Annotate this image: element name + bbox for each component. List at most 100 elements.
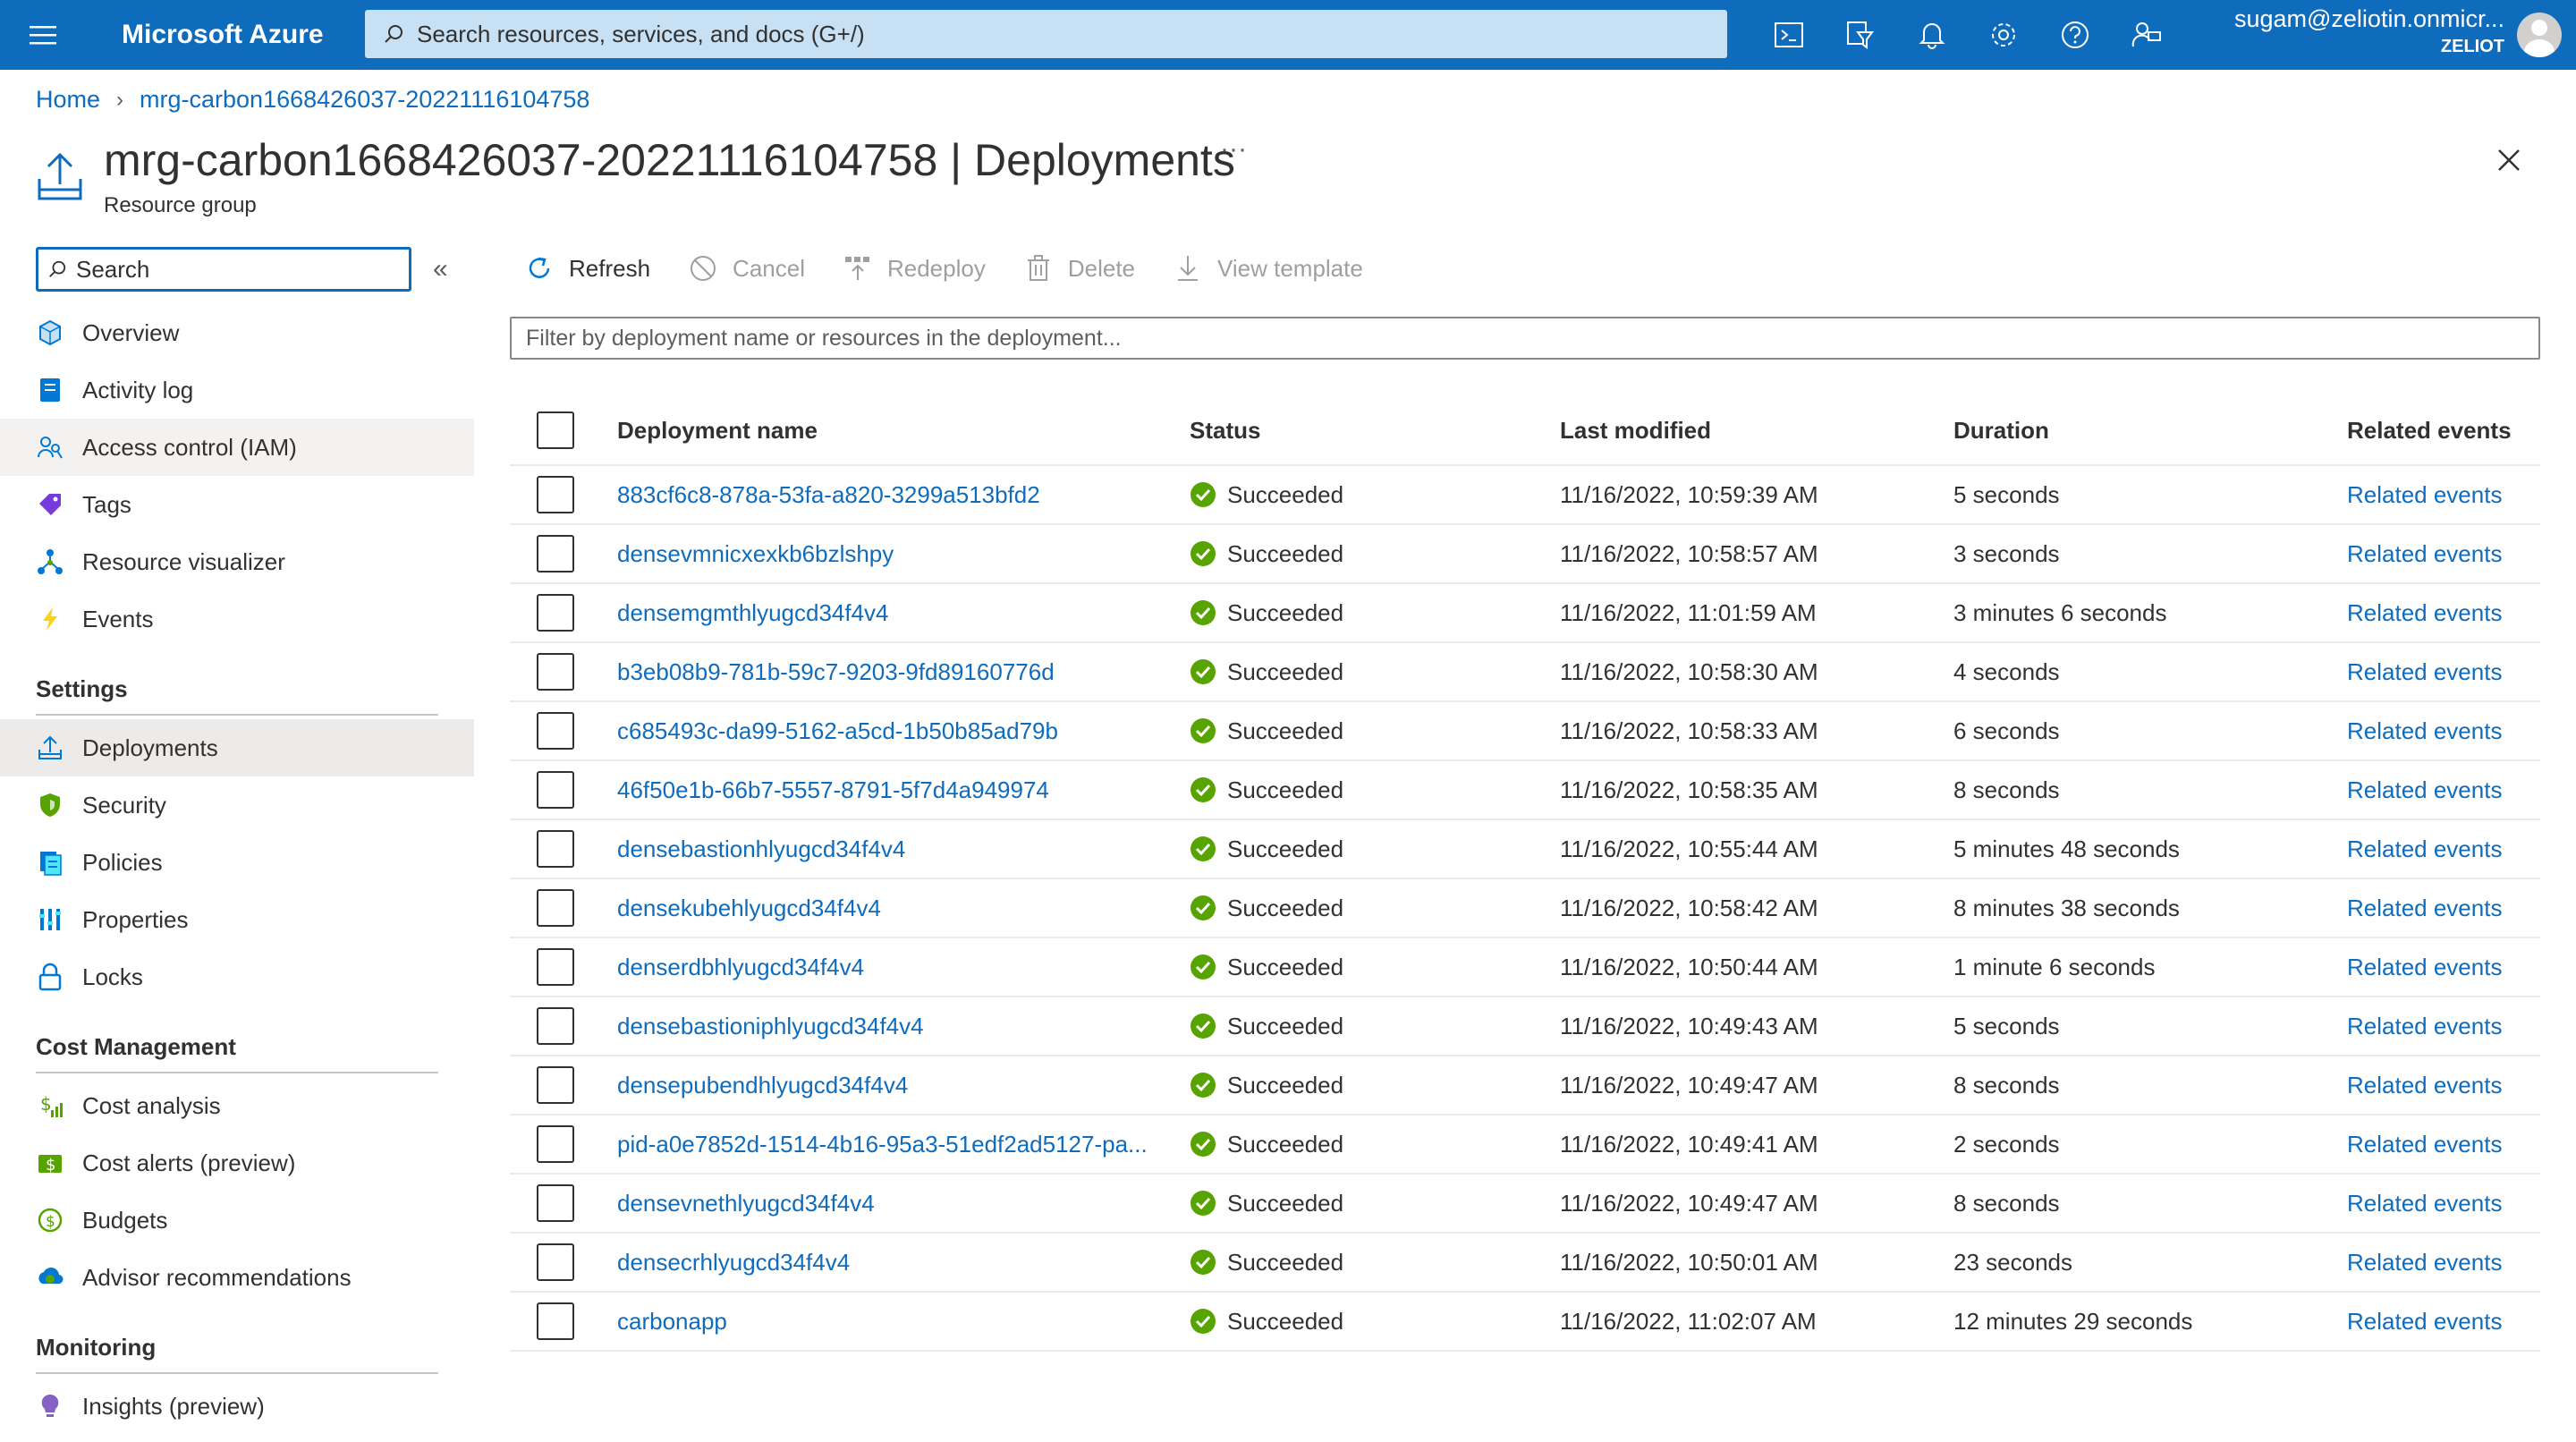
deployment-name-link[interactable]: densebastionhlyugcd34f4v4 [617,836,905,862]
collapse-nav-button[interactable]: « [433,254,448,284]
notifications-button[interactable] [1896,0,1968,70]
table-row[interactable]: 46f50e1b-66b7-5557-8791-5f7d4a949974 Succ… [510,761,2540,820]
directory-filter-button[interactable] [1825,0,1896,70]
deployment-name-link[interactable]: densekubehlyugcd34f4v4 [617,895,881,921]
nav-item-policies[interactable]: Policies [0,834,474,891]
related-events-link[interactable]: Related events [2347,1072,2502,1098]
settings-button[interactable] [1968,0,2039,70]
deployment-name-link[interactable]: densepubendhlyugcd34f4v4 [617,1072,908,1098]
nav-item-cost-analysis[interactable]: $ Cost analysis [0,1077,474,1134]
avatar[interactable] [2517,13,2562,57]
nav-item-security[interactable]: Security [0,776,474,834]
cancel-button[interactable]: Cancel [688,253,805,284]
table-row[interactable]: 883cf6c8-878a-53fa-a820-3299a513bfd2 Succ… [510,466,2540,525]
nav-item-cost-alerts[interactable]: $ Cost alerts (preview) [0,1134,474,1192]
related-events-link[interactable]: Related events [2347,717,2502,744]
more-options-button[interactable]: ··· [1220,134,1247,165]
nav-search-input[interactable]: Search [36,247,411,292]
table-row[interactable]: densevnethlyugcd34f4v4 Succeeded 11/16/202… [510,1175,2540,1234]
close-icon[interactable] [2494,145,2524,175]
deployment-name-link[interactable]: densebastioniphlyugcd34f4v4 [617,1013,924,1039]
table-row[interactable]: densebastionhlyugcd34f4v4 Succeeded 11/16/… [510,820,2540,879]
row-checkbox[interactable] [537,830,574,868]
feedback-button[interactable] [2111,0,2182,70]
deployment-name-link[interactable]: pid-a0e7852d-1514-4b16-95a3-51edf2ad5127… [617,1131,1148,1158]
column-header-last-modified[interactable]: Last modified [1560,417,1953,445]
row-checkbox[interactable] [537,1243,574,1281]
deployment-name-link[interactable]: carbonapp [617,1308,727,1335]
table-row[interactable]: densekubehlyugcd34f4v4 Succeeded 11/16/202… [510,879,2540,938]
column-header-status[interactable]: Status [1190,417,1560,445]
row-checkbox[interactable] [537,712,574,750]
table-row[interactable]: carbonapp Succeeded 11/16/2022, 11:02:07 A… [510,1293,2540,1352]
nav-item-budgets[interactable]: $ Budgets [0,1192,474,1249]
related-events-link[interactable]: Related events [2347,954,2502,980]
deployment-name-link[interactable]: 46f50e1b-66b7-5557-8791-5f7d4a949974 [617,776,1049,803]
related-events-link[interactable]: Related events [2347,1190,2502,1217]
breadcrumb-home-link[interactable]: Home [36,86,100,114]
redeploy-button[interactable]: Redeploy [843,253,986,284]
table-row[interactable]: densemgmthlyugcd34f4v4 Succeeded 11/16/202… [510,584,2540,643]
deployment-name-link[interactable]: b3eb08b9-781b-59c7-9203-9fd89160776d [617,658,1055,685]
nav-item-insights[interactable]: Insights (preview) [0,1378,474,1435]
row-checkbox[interactable] [537,1066,574,1104]
nav-item-deployments[interactable]: Deployments [0,719,474,776]
row-checkbox[interactable] [537,1302,574,1340]
table-row[interactable]: pid-a0e7852d-1514-4b16-95a3-51edf2ad5127… [510,1115,2540,1175]
table-row[interactable]: c685493c-da99-5162-a5cd-1b50b85ad79b Succ… [510,702,2540,761]
deployment-name-link[interactable]: 883cf6c8-878a-53fa-a820-3299a513bfd2 [617,481,1040,508]
related-events-link[interactable]: Related events [2347,895,2502,921]
nav-item-activity-log[interactable]: Activity log [0,361,474,419]
row-checkbox[interactable] [537,594,574,632]
related-events-link[interactable]: Related events [2347,481,2502,508]
nav-item-properties[interactable]: Properties [0,891,474,948]
table-row[interactable]: densebastioniphlyugcd34f4v4 Succeeded 11/1… [510,997,2540,1056]
row-checkbox[interactable] [537,948,574,986]
view-template-button[interactable]: View template [1173,253,1363,284]
table-row[interactable]: densecrhlyugcd34f4v4 Succeeded 11/16/2022,… [510,1234,2540,1293]
deployment-name-link[interactable]: densevnethlyugcd34f4v4 [617,1190,875,1217]
refresh-button[interactable]: Refresh [524,253,650,284]
related-events-link[interactable]: Related events [2347,836,2502,862]
table-row[interactable]: densepubendhlyugcd34f4v4 Succeeded 11/16/2… [510,1056,2540,1115]
deployment-name-link[interactable]: densecrhlyugcd34f4v4 [617,1249,850,1276]
related-events-link[interactable]: Related events [2347,776,2502,803]
deployment-filter-input[interactable] [526,325,2494,352]
nav-item-overview[interactable]: Overview [0,304,474,361]
table-row[interactable]: denserdbhlyugcd34f4v4 Succeeded 11/16/2022… [510,938,2540,997]
select-all-checkbox[interactable] [537,411,574,449]
row-checkbox[interactable] [537,535,574,573]
delete-button[interactable]: Delete [1023,253,1135,284]
deployment-name-link[interactable]: densemgmthlyugcd34f4v4 [617,599,889,626]
cloud-shell-button[interactable] [1753,0,1825,70]
column-header-duration[interactable]: Duration [1953,417,2347,445]
related-events-link[interactable]: Related events [2347,599,2502,626]
nav-item-resource-visualizer[interactable]: Resource visualizer [0,533,474,590]
nav-item-advisor-recommendations[interactable]: Advisor recommendations [0,1249,474,1306]
deployment-name-link[interactable]: densevmnicxexkb6bzlshpy [617,540,894,567]
nav-item-locks[interactable]: Locks [0,948,474,1005]
related-events-link[interactable]: Related events [2347,1308,2502,1335]
table-row[interactable]: densevmnicxexkb6bzlshpy Succeeded 11/16/20… [510,525,2540,584]
row-checkbox[interactable] [537,653,574,691]
portal-brand[interactable]: Microsoft Azure [122,20,374,50]
column-header-deployment-name[interactable]: Deployment name [617,417,1190,445]
deployment-name-link[interactable]: denserdbhlyugcd34f4v4 [617,954,864,980]
nav-item-events[interactable]: Events [0,590,474,648]
related-events-link[interactable]: Related events [2347,540,2502,567]
help-button[interactable] [2039,0,2111,70]
global-search-box[interactable]: Search resources, services, and docs (G+… [365,10,1727,58]
related-events-link[interactable]: Related events [2347,1013,2502,1039]
related-events-link[interactable]: Related events [2347,1249,2502,1276]
row-checkbox[interactable] [537,771,574,809]
nav-item-tags[interactable]: Tags [0,476,474,533]
related-events-link[interactable]: Related events [2347,658,2502,685]
row-checkbox[interactable] [537,1007,574,1045]
hamburger-menu-button[interactable] [0,0,86,70]
row-checkbox[interactable] [537,476,574,513]
related-events-link[interactable]: Related events [2347,1131,2502,1158]
row-checkbox[interactable] [537,1125,574,1163]
nav-item-access-control[interactable]: Access control (IAM) [0,419,474,476]
account-menu[interactable]: sugam@zeliotin.onmicr... ZELIOT [2209,5,2504,57]
column-header-related-events[interactable]: Related events [2347,417,2540,445]
